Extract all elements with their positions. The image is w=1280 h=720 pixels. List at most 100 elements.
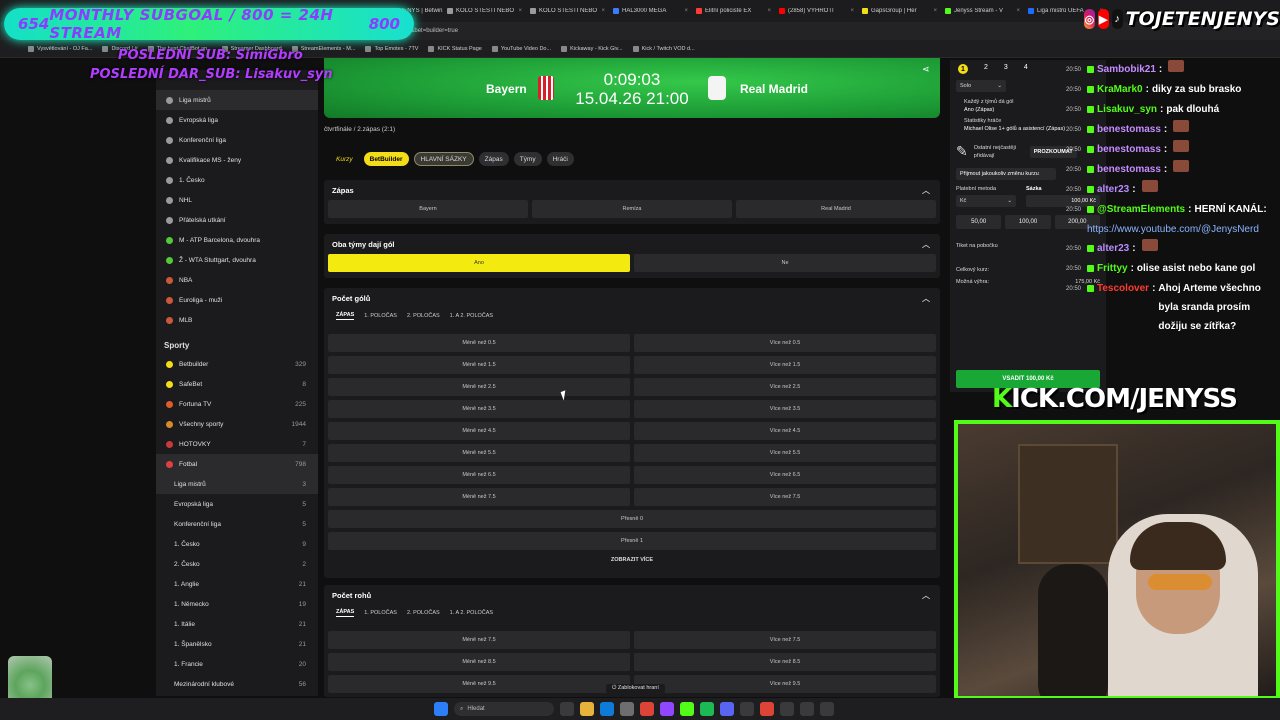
close-icon[interactable]: × bbox=[684, 8, 688, 14]
notepad-icon[interactable] bbox=[780, 702, 794, 716]
odds-button[interactable]: Méně než 4.5 bbox=[328, 422, 630, 440]
browser-tab[interactable]: HAL3000 MEGA × bbox=[609, 8, 692, 14]
sidebar-league-item[interactable]: Konferenční liga 5 bbox=[156, 514, 318, 534]
sidebar-league-item[interactable]: Liga mistrů 3 bbox=[156, 474, 318, 494]
sidebar-item[interactable]: MLB bbox=[156, 310, 318, 330]
discord-icon[interactable] bbox=[720, 702, 734, 716]
task-view-icon[interactable] bbox=[560, 702, 574, 716]
sidebar-league-item[interactable]: 1. Španělsko 21 bbox=[156, 634, 318, 654]
accept-odds-change-toggle[interactable]: Přijmout jakoukoliv změnu kurzu bbox=[956, 168, 1056, 180]
sidebar-sport-item[interactable]: Fortuna TV 225 bbox=[156, 394, 318, 414]
share-icon[interactable]: ⋖ bbox=[922, 64, 930, 75]
spotify-icon[interactable] bbox=[700, 702, 714, 716]
market-subtab[interactable]: ZÁPAS bbox=[336, 312, 355, 320]
odds-button[interactable]: Méně než 9.5 bbox=[328, 675, 630, 693]
chevron-up-icon[interactable]: ︿ bbox=[922, 590, 930, 601]
odds-button[interactable]: Méně než 8.5 bbox=[328, 653, 630, 671]
odds-button[interactable]: Více než 1.5 bbox=[634, 356, 936, 374]
terminal-icon[interactable] bbox=[740, 702, 754, 716]
kick-icon[interactable] bbox=[680, 702, 694, 716]
odds-button[interactable]: Více než 7.5 bbox=[634, 631, 936, 649]
odds-button[interactable]: Méně než 7.5 bbox=[328, 631, 630, 649]
odds-button[interactable]: Přesně 0 bbox=[328, 510, 936, 528]
odds-button[interactable]: Real Madrid bbox=[736, 200, 936, 218]
odds-button[interactable]: Méně než 3.5 bbox=[328, 400, 630, 418]
betslip-tab[interactable]: 3 bbox=[1004, 64, 1008, 74]
media-icon[interactable] bbox=[820, 702, 834, 716]
sidebar-league-item[interactable]: 1. Česko 9 bbox=[156, 534, 318, 554]
filter-chip[interactable]: Kurzy bbox=[330, 152, 359, 166]
odds-button[interactable]: Více než 4.5 bbox=[634, 422, 936, 440]
show-more-button[interactable]: ZOBRAZIT VÍCE bbox=[324, 550, 940, 570]
browser-tab[interactable]: Elitní policisté EX × bbox=[692, 8, 775, 14]
bookmark[interactable]: YouTube Video Do... bbox=[491, 45, 551, 52]
sidebar-item[interactable]: NHL bbox=[156, 190, 318, 210]
chevron-up-icon[interactable]: ︿ bbox=[922, 185, 930, 196]
browser-tab[interactable]: Jenyss Stream - V × bbox=[941, 8, 1024, 14]
odds-button[interactable]: Méně než 6.5 bbox=[328, 466, 630, 484]
filter-chip[interactable]: Týmy bbox=[513, 152, 542, 166]
quick-stake-button[interactable]: 50,00 bbox=[956, 215, 1002, 229]
calculator-icon[interactable] bbox=[800, 702, 814, 716]
chat-username[interactable]: benestomass bbox=[1097, 140, 1161, 160]
close-icon[interactable]: × bbox=[601, 8, 605, 14]
taskbar-search[interactable]: ⌕ Hledat bbox=[454, 702, 554, 716]
sidebar-item[interactable]: Liga mistrů bbox=[156, 90, 318, 110]
chat-username[interactable]: Tescolover bbox=[1097, 279, 1149, 336]
odds-button[interactable]: Méně než 2.5 bbox=[328, 378, 630, 396]
close-icon[interactable]: × bbox=[933, 8, 937, 14]
odds-button[interactable]: Méně než 0.5 bbox=[328, 334, 630, 352]
sidebar-league-item[interactable]: Evropská liga 5 bbox=[156, 494, 318, 514]
bookmark[interactable]: Vysvětlování - OJ Fa... bbox=[28, 45, 92, 52]
market-subtab[interactable]: ZÁPAS bbox=[336, 609, 355, 617]
sidebar-item[interactable]: M - ATP Barcelona, dvouhra bbox=[156, 230, 318, 250]
payment-method-select[interactable]: Kč ⌄ bbox=[956, 195, 1016, 207]
chat-username[interactable]: Frittyy bbox=[1097, 259, 1128, 279]
odds-button[interactable]: Bayern bbox=[328, 200, 528, 218]
chevron-up-icon[interactable]: ︿ bbox=[922, 239, 930, 250]
sidebar-item[interactable]: Kvalifikace MS - ženy bbox=[156, 150, 318, 170]
chat-username[interactable]: benestomass bbox=[1097, 120, 1161, 140]
betslip-tab[interactable]: 1 bbox=[958, 64, 968, 74]
odds-button[interactable]: Ne bbox=[634, 254, 936, 272]
filter-chip[interactable]: Hráči bbox=[546, 152, 574, 166]
betslip-tab[interactable]: 2 bbox=[984, 64, 988, 74]
odds-button[interactable]: Více než 9.5 bbox=[634, 675, 936, 693]
sidebar-league-item[interactable]: 1. Anglie 21 bbox=[156, 574, 318, 594]
file-explorer-icon[interactable] bbox=[580, 702, 594, 716]
chrome-2-icon[interactable] bbox=[760, 702, 774, 716]
browser-tab[interactable]: (2858) VYHROTI × bbox=[775, 8, 858, 14]
quick-stake-button[interactable]: 100,00 bbox=[1005, 215, 1051, 229]
sidebar-league-item[interactable]: 1. Francie 20 bbox=[156, 654, 318, 674]
market-subtab[interactable]: 2. POLOČAS bbox=[407, 610, 440, 616]
browser-tab[interactable]: KOLO ŠTĚSTÍ NEBO × bbox=[526, 8, 609, 14]
sidebar-league-item[interactable]: 2. Česko 2 bbox=[156, 554, 318, 574]
sidebar-league-item[interactable]: 1. Itálie 21 bbox=[156, 614, 318, 634]
filter-chip[interactable]: Zápas bbox=[478, 152, 509, 166]
chat-username[interactable]: @StreamElements bbox=[1097, 200, 1185, 220]
betslip-tab[interactable]: 4 bbox=[1024, 64, 1028, 74]
sidebar-sport-item[interactable]: Všechny sporty 1944 bbox=[156, 414, 318, 434]
sidebar-sport-item[interactable]: Betbuilder 329 bbox=[156, 354, 318, 374]
sidebar-item[interactable]: Euroliga - muži bbox=[156, 290, 318, 310]
start-icon[interactable] bbox=[434, 702, 448, 716]
odds-button[interactable]: Více než 8.5 bbox=[634, 653, 936, 671]
close-icon[interactable]: × bbox=[1016, 8, 1020, 14]
odds-button[interactable]: Více než 7.5 bbox=[634, 488, 936, 506]
close-icon[interactable]: × bbox=[850, 8, 854, 14]
odds-button[interactable]: Přesně 1 bbox=[328, 532, 936, 550]
odds-button[interactable]: Více než 2.5 bbox=[634, 378, 936, 396]
market-subtab[interactable]: 2. POLOČAS bbox=[407, 313, 440, 319]
bookmark[interactable]: KICK Status Page bbox=[428, 45, 482, 52]
chat-username[interactable]: alter23 bbox=[1097, 180, 1129, 200]
odds-button[interactable]: Méně než 1.5 bbox=[328, 356, 630, 374]
odds-button[interactable]: Více než 6.5 bbox=[634, 466, 936, 484]
edge-icon[interactable] bbox=[600, 702, 614, 716]
bookmark[interactable]: Kickaway - Kick Giv... bbox=[561, 45, 623, 52]
lock-gambling-button[interactable]: ⏻ Zablokovat hraní bbox=[606, 684, 665, 693]
sidebar-item[interactable]: Evropská liga bbox=[156, 110, 318, 130]
sidebar-item[interactable]: NBA bbox=[156, 270, 318, 290]
sidebar-item[interactable]: 1. Česko bbox=[156, 170, 318, 190]
settings-icon[interactable] bbox=[620, 702, 634, 716]
market-subtab[interactable]: 1. POLOČAS bbox=[364, 313, 397, 319]
